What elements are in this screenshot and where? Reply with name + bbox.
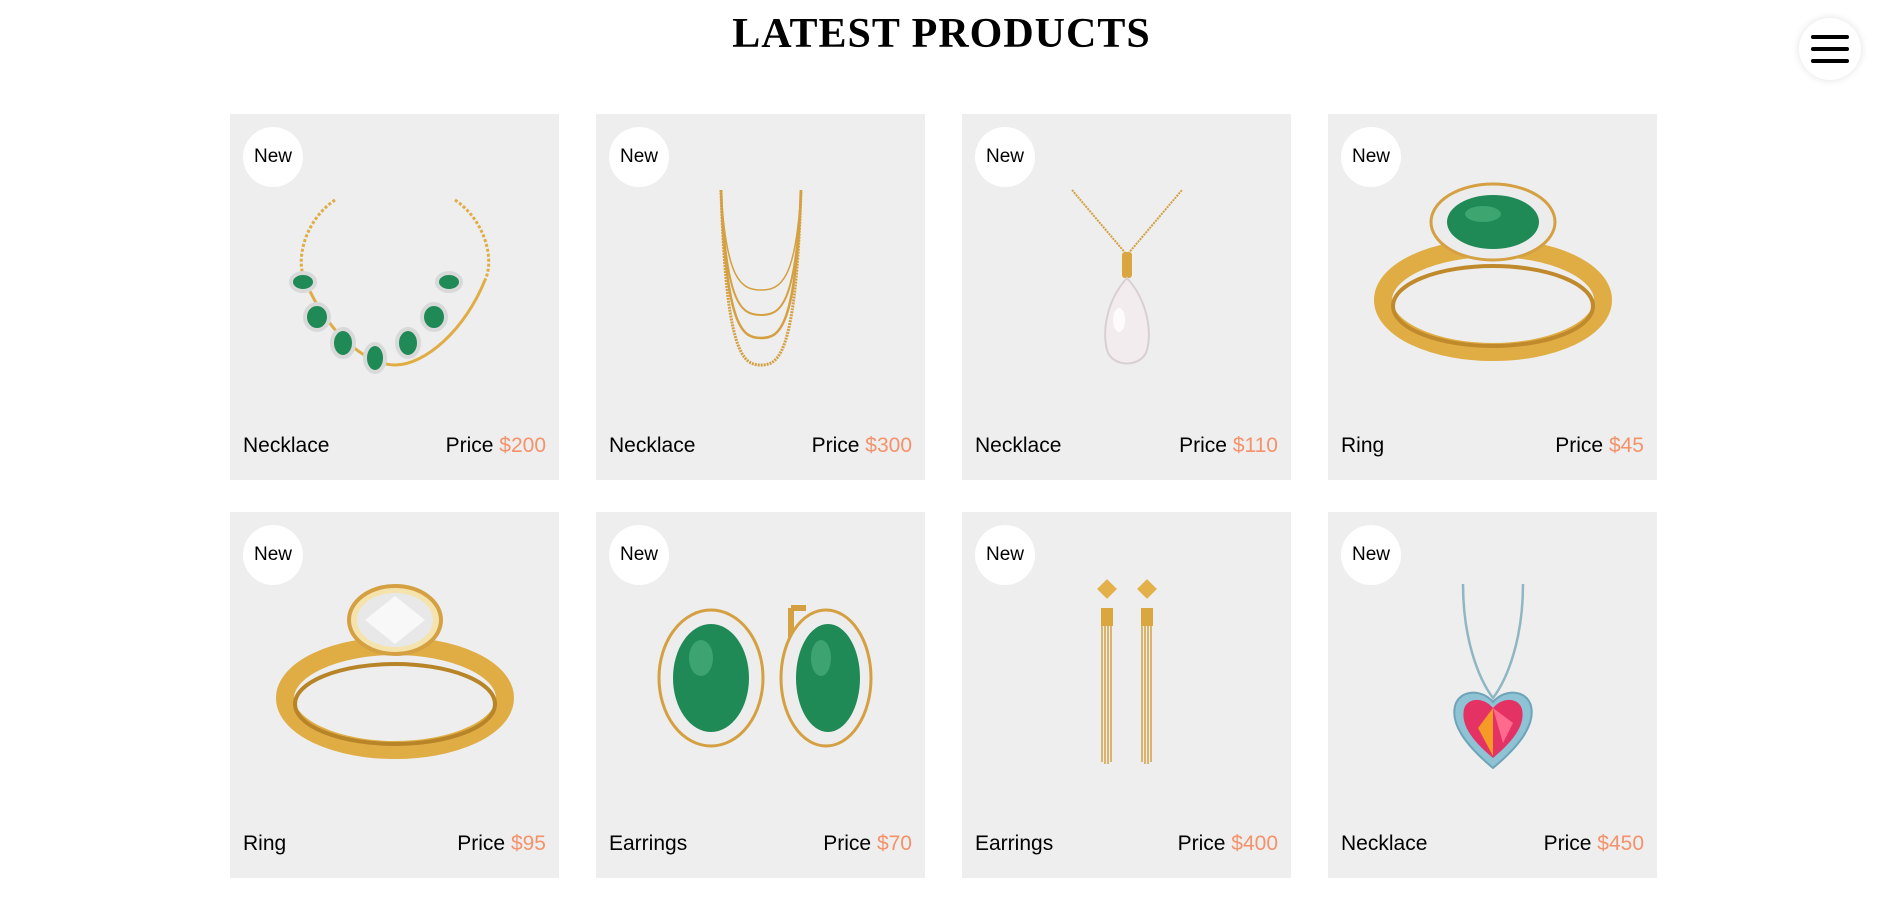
product-name: Necklace — [975, 434, 1062, 457]
new-badge: New — [609, 127, 669, 187]
price-label: Price — [445, 434, 494, 457]
product-card[interactable]: New Necklace Price $450 — [1328, 512, 1657, 878]
new-badge: New — [609, 525, 669, 585]
new-badge: New — [975, 127, 1035, 187]
price-label: Price — [823, 832, 872, 855]
product-card[interactable]: New Necklace Price $110 — [962, 114, 1291, 480]
product-price: Price $70 — [823, 832, 912, 856]
price-label: Price — [1543, 832, 1592, 855]
new-badge: New — [1341, 525, 1401, 585]
product-name: Necklace — [243, 434, 330, 457]
product-name: Ring — [243, 832, 287, 855]
gold-tassel-earrings-image — [1096, 579, 1157, 764]
heart-ruby-pendant-image — [1452, 583, 1533, 770]
price-value: $70 — [876, 832, 912, 855]
emerald-bracelet-image — [288, 198, 490, 374]
product-card[interactable]: New Necklace Price $200 — [230, 114, 559, 480]
page-title: LATEST PRODUCTS — [732, 11, 1151, 57]
emerald-ring-image — [1373, 182, 1612, 361]
price-label: Price — [1555, 434, 1604, 457]
product-name: Necklace — [609, 434, 696, 457]
price-value: $200 — [499, 434, 546, 457]
price-value: $450 — [1597, 832, 1644, 855]
product-price: Price $300 — [812, 434, 912, 458]
emerald-earrings-image — [657, 605, 872, 748]
price-label: Price — [1177, 832, 1226, 855]
price-label: Price — [811, 434, 860, 457]
product-price: Price $450 — [1544, 832, 1644, 856]
diamond-ring-image — [275, 584, 514, 759]
price-value: $400 — [1231, 832, 1278, 855]
price-value: $95 — [510, 832, 546, 855]
product-name: Earrings — [609, 832, 688, 855]
product-price: Price $110 — [1179, 434, 1278, 458]
product-card[interactable]: New Earrings Price $70 — [596, 512, 925, 878]
product-price: Price $200 — [446, 434, 546, 458]
product-card[interactable]: New Ring Price $95 — [230, 512, 559, 878]
menu-button[interactable] — [1799, 18, 1861, 80]
new-badge: New — [243, 525, 303, 585]
new-badge: New — [1341, 127, 1401, 187]
new-badge: New — [975, 525, 1035, 585]
product-price: Price $95 — [457, 832, 546, 856]
hamburger-menu-icon — [1811, 35, 1849, 63]
product-grid: New Necklace Price $200 New Necklace Pri… — [230, 114, 1660, 878]
product-price: Price $45 — [1555, 434, 1644, 458]
pearl-pendant-image — [1070, 189, 1183, 365]
product-name: Necklace — [1341, 832, 1428, 855]
product-price: Price $400 — [1178, 832, 1278, 856]
product-name: Earrings — [975, 832, 1054, 855]
product-name: Ring — [1341, 434, 1385, 457]
price-value: $300 — [865, 434, 912, 457]
price-value: $45 — [1608, 434, 1644, 457]
product-card[interactable]: New Ring Price $45 — [1328, 114, 1657, 480]
new-badge: New — [243, 127, 303, 187]
product-card[interactable]: New Necklace Price $300 — [596, 114, 925, 480]
price-label: Price — [1179, 434, 1227, 457]
gold-layered-chains-image — [719, 189, 802, 367]
product-card[interactable]: New Earrings Price $400 — [962, 512, 1291, 878]
price-label: Price — [457, 832, 506, 855]
price-value: $110 — [1232, 434, 1278, 457]
